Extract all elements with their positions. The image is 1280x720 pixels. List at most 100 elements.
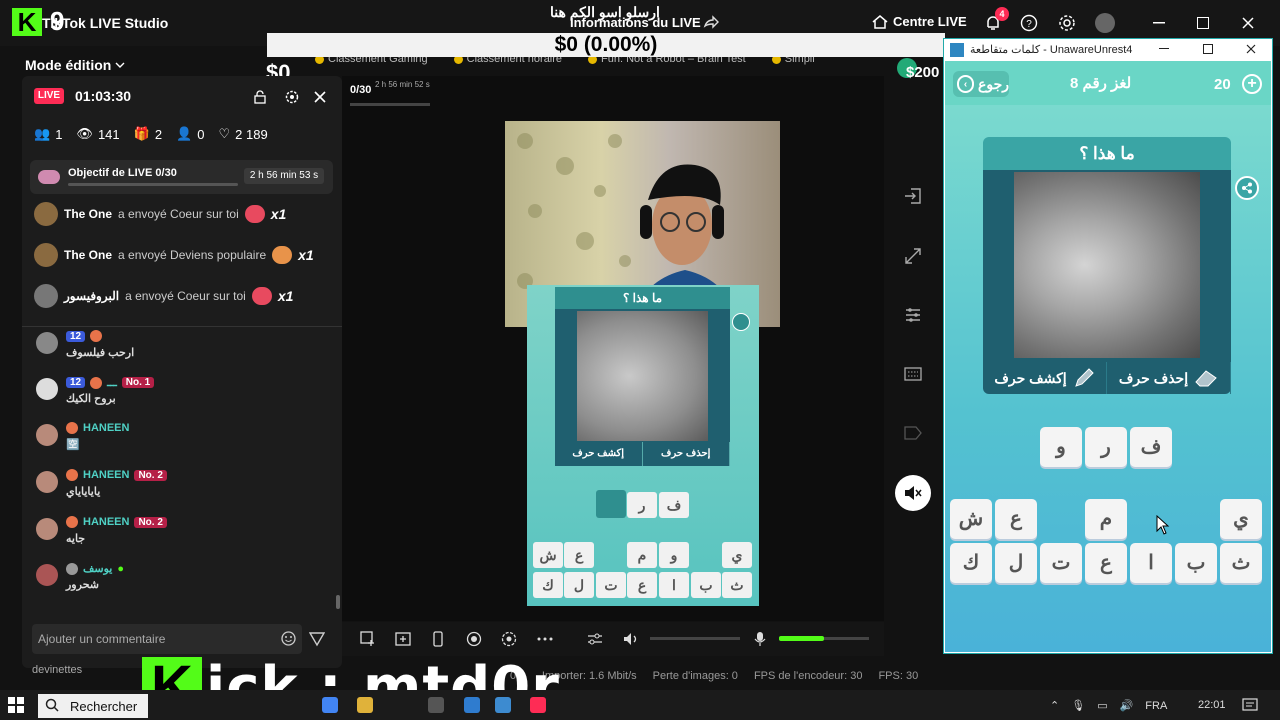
delete-letter-button[interactable]: إحذف حرف: [1107, 362, 1231, 394]
expand-icon[interactable]: [903, 246, 923, 266]
game-maximize-icon[interactable]: [1199, 41, 1217, 57]
speaker-muted-icon: [904, 485, 922, 501]
mini-letter-tile: ع: [627, 572, 657, 598]
close-panel-icon[interactable]: [311, 88, 329, 106]
app-icon[interactable]: [464, 697, 480, 713]
microphone-icon[interactable]: [750, 629, 770, 649]
phone-icon[interactable]: [428, 629, 448, 649]
notifications-icon[interactable]: [1242, 697, 1258, 713]
mic-tray-icon[interactable]: 🎙: [1071, 699, 1085, 712]
letter-tile[interactable]: ش: [950, 499, 992, 539]
mixer-icon[interactable]: [585, 629, 605, 649]
profile-avatar[interactable]: [1095, 13, 1115, 33]
network-icon[interactable]: ▭: [1097, 699, 1107, 712]
letter-tile[interactable]: ث: [1220, 543, 1262, 583]
volume-icon[interactable]: [621, 629, 641, 649]
answer-tile[interactable]: ف: [1130, 427, 1172, 467]
sliders-icon[interactable]: [903, 305, 923, 325]
emoji-icon[interactable]: [281, 631, 296, 646]
letter-tile[interactable]: ت: [1040, 543, 1082, 583]
chat-scrollbar[interactable]: [336, 595, 340, 609]
mode-edition-dropdown[interactable]: Mode édition: [25, 57, 125, 73]
mute-button[interactable]: [895, 475, 931, 511]
gear-icon[interactable]: [283, 88, 301, 106]
send-icon[interactable]: [309, 631, 325, 647]
scene-add-icon[interactable]: [393, 629, 413, 649]
fan-heart-icon: [66, 422, 78, 434]
chat-text: ياياياياي: [66, 486, 101, 498]
share-icon[interactable]: [1235, 176, 1259, 200]
tiktok-icon[interactable]: [530, 697, 546, 713]
chat-username: يوسف: [83, 563, 113, 575]
clock[interactable]: 22:01: [1198, 699, 1226, 711]
letter-tile[interactable]: ع: [1085, 543, 1127, 583]
divider: [22, 326, 342, 327]
letter-tile[interactable]: ع: [995, 499, 1037, 539]
game-minimize-icon[interactable]: [1155, 41, 1173, 57]
share-icon[interactable]: [703, 14, 719, 30]
chat-text: شحرور: [66, 579, 100, 591]
record-icon[interactable]: [464, 629, 484, 649]
notification-badge: 4: [995, 7, 1009, 21]
rank-badge: No. 2: [134, 516, 167, 528]
add-coins-icon[interactable]: +: [1242, 74, 1262, 94]
chevron-up-icon[interactable]: ⌃: [1050, 699, 1059, 712]
letter-tile[interactable]: م: [1085, 499, 1127, 539]
stat-views: 👁 141: [76, 126, 119, 142]
close-icon[interactable]: [1236, 12, 1260, 34]
letter-tile[interactable]: ل: [995, 543, 1037, 583]
keyboard-icon[interactable]: [903, 364, 923, 384]
language-indicator[interactable]: FRA: [1145, 700, 1167, 712]
delete-label: إحذف حرف: [1118, 369, 1189, 386]
letter-tile[interactable]: ا: [1130, 543, 1172, 583]
mic-level-fill: [779, 636, 824, 641]
hint-buttons: إكشف حرف إحذف حرف: [983, 362, 1231, 394]
tag-icon[interactable]: [903, 423, 923, 443]
chat-head: HANEEN: [66, 422, 129, 434]
game-taskbar-icon[interactable]: [495, 697, 511, 713]
add-source-icon[interactable]: [358, 629, 378, 649]
help-icon[interactable]: ?: [1018, 12, 1040, 34]
game-close-icon[interactable]: [1242, 41, 1260, 57]
gift-text: a envoyé Coeur sur toi: [118, 207, 239, 221]
letter-tile[interactable]: ي: [1220, 499, 1262, 539]
exit-icon[interactable]: [903, 186, 923, 206]
letter-tile[interactable]: ب: [1175, 543, 1217, 583]
reveal-letter-button[interactable]: إكشف حرف: [983, 362, 1107, 394]
chat-text: بروح الكيك: [66, 393, 116, 405]
volume-slider[interactable]: [650, 637, 740, 640]
mini-letter-tile: ب: [691, 572, 721, 598]
settings-icon[interactable]: [1056, 12, 1078, 34]
gift-row: The One a envoyé Deviens populaire x1: [34, 243, 314, 267]
gift-text: a envoyé Deviens populaire: [118, 248, 267, 262]
minimize-icon[interactable]: [1147, 12, 1171, 34]
camera-target-icon[interactable]: [499, 629, 519, 649]
search-placeholder: Rechercher: [70, 699, 138, 714]
lock-icon[interactable]: [251, 88, 269, 106]
app-icon[interactable]: [428, 697, 444, 713]
fan-heart-icon: [66, 469, 78, 481]
folder-icon[interactable]: [357, 697, 373, 713]
maximize-icon[interactable]: [1191, 12, 1215, 34]
level-badge: 12: [66, 377, 86, 388]
heart-icon: ♡: [218, 126, 231, 141]
stage-progress-label: 0/30: [350, 84, 372, 96]
mini-letter-tile: ث: [722, 572, 752, 598]
back-button[interactable]: ‹ رجوع: [953, 71, 1009, 97]
live-info-button[interactable]: Informations du LIVE: [570, 15, 701, 30]
more-icon[interactable]: [535, 629, 555, 649]
centre-live-button[interactable]: Centre LIVE: [872, 14, 967, 29]
answer-tile[interactable]: و: [1040, 427, 1082, 467]
avatar: [36, 424, 58, 446]
speaker-icon[interactable]: 🔊: [1120, 699, 1134, 712]
fan-heart-icon: [66, 516, 78, 528]
eye-icon: 👁: [76, 126, 93, 141]
chat-head: يوسف ●: [66, 562, 124, 575]
rank-badge: No. 2: [134, 469, 167, 481]
gift-text: a envoyé Coeur sur toi: [125, 289, 246, 303]
level-label: لغز رقم 8: [1070, 75, 1132, 92]
answer-tile[interactable]: ر: [1085, 427, 1127, 467]
windows-start-icon[interactable]: [8, 697, 24, 713]
chrome-icon[interactable]: [322, 697, 338, 713]
letter-tile[interactable]: ك: [950, 543, 992, 583]
